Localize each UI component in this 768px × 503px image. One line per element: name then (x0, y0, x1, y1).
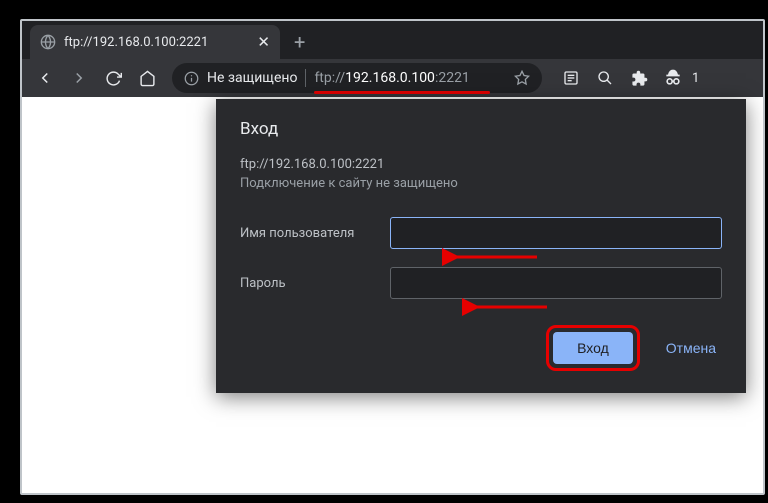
toolbar: Не защищено ftp://192.168.0.100:2221 (22, 59, 763, 97)
separator (305, 69, 306, 87)
password-input[interactable] (390, 267, 722, 299)
dialog-url: ftp://192.168.0.100:2221 (240, 157, 722, 172)
dialog-title: Вход (240, 119, 722, 139)
globe-icon (40, 34, 56, 50)
address-bar[interactable]: Не защищено ftp://192.168.0.100:2221 (172, 63, 542, 93)
annotation-url-underline (314, 91, 490, 94)
url-scheme: ftp:// (314, 70, 345, 86)
browser-window: ftp://192.168.0.100:2221 ✕ + (20, 19, 765, 495)
tab-title: ftp://192.168.0.100:2221 (64, 35, 249, 50)
username-label: Имя пользователя (240, 226, 370, 241)
new-tab-button[interactable]: + (280, 25, 319, 59)
url-text: ftp://192.168.0.100:2221 (314, 70, 469, 86)
url-host: 192.168.0.100 (345, 70, 435, 86)
dialog-insecure-warning: Подключение к сайту не защищено (240, 176, 722, 191)
annotation-login-highlight: Вход (546, 325, 640, 371)
tab-active[interactable]: ftp://192.168.0.100:2221 ✕ (30, 25, 280, 59)
login-button[interactable]: Вход (553, 332, 633, 364)
username-input[interactable] (390, 217, 722, 249)
auth-dialog: Вход ftp://192.168.0.100:2221 Подключени… (216, 99, 746, 393)
reader-icon[interactable] (556, 63, 586, 93)
tab-close-icon[interactable]: ✕ (257, 35, 270, 50)
cancel-button[interactable]: Отмена (660, 332, 722, 364)
back-button[interactable] (30, 63, 60, 93)
url-port: :2221 (435, 70, 470, 86)
reload-button[interactable] (98, 63, 128, 93)
search-icon[interactable] (590, 63, 620, 93)
home-button[interactable] (132, 63, 162, 93)
extensions-icon[interactable] (624, 63, 654, 93)
bookmark-star-icon[interactable] (514, 70, 530, 86)
toolbar-actions: 1 (556, 63, 703, 93)
username-row: Имя пользователя (240, 217, 722, 249)
viewport: ftp://192.168.0.100:2221 ✕ + (0, 0, 768, 503)
dialog-buttons: Вход Отмена (240, 325, 722, 371)
password-row: Пароль (240, 267, 722, 299)
tab-strip: ftp://192.168.0.100:2221 ✕ + (22, 21, 763, 59)
password-label: Пароль (240, 276, 370, 291)
incognito-icon[interactable] (658, 63, 688, 93)
info-icon[interactable] (184, 71, 199, 86)
truncated-text: 1 (692, 63, 703, 93)
security-label: Не защищено (207, 70, 297, 86)
forward-button[interactable] (64, 63, 94, 93)
